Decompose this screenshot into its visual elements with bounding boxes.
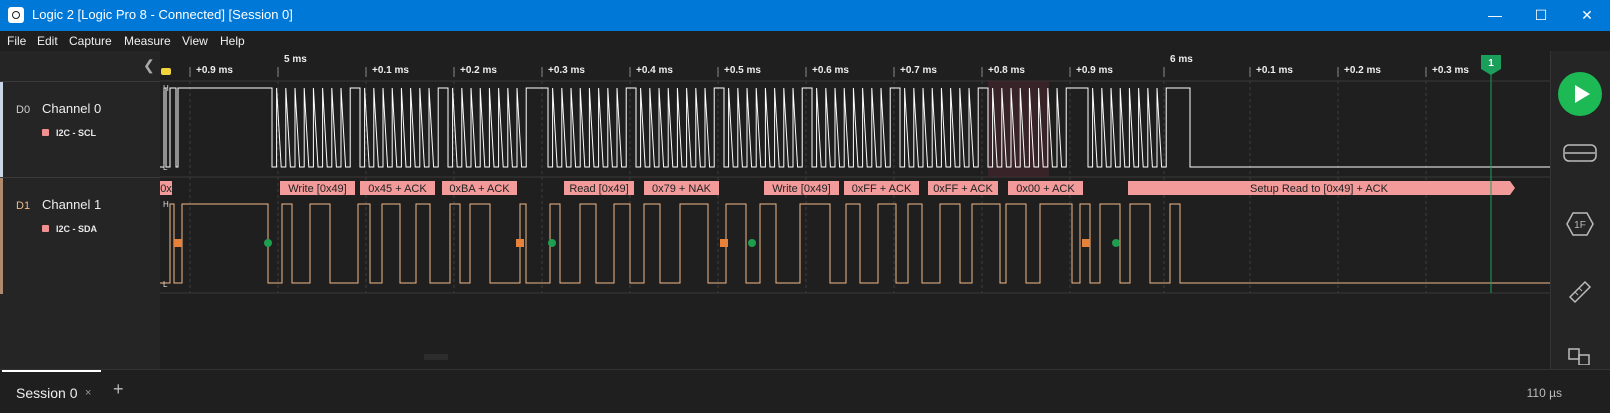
add-session-button[interactable]: + bbox=[113, 379, 124, 400]
timing-markers-icon[interactable] bbox=[1567, 347, 1593, 365]
stop-marker bbox=[548, 239, 556, 247]
decoded-frame[interactable]: 0x45 + ACK bbox=[360, 181, 435, 195]
decoded-frame-label: 0x bbox=[160, 183, 172, 195]
level-low-label: L bbox=[163, 163, 168, 172]
menu-measure[interactable]: Measure bbox=[124, 34, 171, 48]
channel-code: D0 bbox=[16, 104, 31, 116]
time-axis-label: +0.3 ms bbox=[1432, 65, 1469, 76]
decoded-frame[interactable]: 0x79 + NAK bbox=[644, 181, 719, 195]
minimize-button[interactable]: — bbox=[1472, 0, 1518, 31]
time-resolution: 110 µs bbox=[1526, 386, 1562, 400]
session-tab[interactable]: Session 0 × bbox=[2, 370, 101, 411]
close-window-button[interactable]: ✕ bbox=[1564, 0, 1610, 31]
menu-file[interactable]: File bbox=[7, 34, 26, 48]
decoded-frame[interactable]: Write [0x49] bbox=[280, 181, 355, 195]
trigger-flag-icon[interactable] bbox=[161, 68, 171, 75]
decoded-frame[interactable]: 0x bbox=[160, 181, 172, 195]
horizontal-scrollbar[interactable] bbox=[424, 354, 448, 360]
stop-marker bbox=[1112, 239, 1120, 247]
right-sidebar: 1F bbox=[1550, 51, 1610, 369]
extensions-icon[interactable]: 1F bbox=[1565, 211, 1595, 237]
analyzer-color-dot bbox=[42, 225, 49, 232]
channel-color-stripe bbox=[0, 178, 3, 294]
channel-row-1[interactable]: D1 Channel 1 I2C - SDA bbox=[0, 177, 160, 294]
stop-marker bbox=[748, 239, 756, 247]
decoded-frame[interactable]: 0x00 + ACK bbox=[1008, 181, 1083, 195]
chevron-left-icon[interactable]: ❮ bbox=[143, 57, 155, 74]
timing-marker-1[interactable]: 1 bbox=[1481, 55, 1501, 293]
decoded-frame-label: 0xBA + ACK bbox=[449, 183, 510, 195]
waveform-view[interactable]: +0.9 ms 5 ms +0.1 ms +0.2 ms +0.3 ms +0.4 ms +… bbox=[160, 51, 1550, 369]
time-axis-label: +0.3 ms bbox=[548, 65, 585, 76]
decoded-frame[interactable]: Read [0x49] bbox=[564, 181, 634, 195]
start-marker bbox=[174, 239, 182, 247]
time-axis-label: +0.9 ms bbox=[1076, 65, 1113, 76]
time-axis-label: +0.2 ms bbox=[1344, 65, 1381, 76]
menu-edit[interactable]: Edit bbox=[37, 34, 58, 48]
menu-view[interactable]: View bbox=[182, 34, 208, 48]
analyzer-color-dot bbox=[42, 129, 49, 136]
decoded-frame-label: 0xFF + ACK bbox=[933, 183, 993, 195]
session-tab-label[interactable]: Session 0 bbox=[16, 385, 77, 401]
channel-panel: ❮ D0 Channel 0 I2C - SCL D1 Channel 1 I2… bbox=[0, 51, 161, 369]
decoded-frame[interactable]: 0xFF + ACK bbox=[844, 181, 919, 195]
channel-code: D1 bbox=[16, 200, 31, 212]
window-title: Logic 2 [Logic Pro 8 - Connected] [Sessi… bbox=[32, 7, 293, 22]
app-icon bbox=[8, 7, 24, 23]
decoded-frame-label: Write [0x49] bbox=[772, 183, 831, 195]
play-icon[interactable] bbox=[1558, 72, 1602, 116]
time-axis-label: +0.6 ms bbox=[812, 65, 849, 76]
scl-waveform bbox=[160, 87, 1550, 168]
channel-name[interactable]: Channel 1 bbox=[42, 197, 101, 212]
decoded-frame-label: 0x45 + ACK bbox=[368, 183, 427, 195]
svg-text:1F: 1F bbox=[1574, 220, 1586, 231]
timing-marker-label: 1 bbox=[1488, 58, 1494, 69]
decoded-frame-label: Read [0x49] bbox=[569, 183, 628, 195]
time-axis-label: +0.9 ms bbox=[196, 65, 233, 76]
start-marker bbox=[1082, 239, 1090, 247]
decoded-frame-label: Write [0x49] bbox=[288, 183, 347, 195]
start-marker bbox=[516, 239, 524, 247]
start-marker bbox=[720, 239, 728, 247]
decoded-frame[interactable]: Write [0x49] bbox=[764, 181, 839, 195]
decoded-frame[interactable]: 0xBA + ACK bbox=[442, 181, 517, 195]
time-axis-label: +0.4 ms bbox=[636, 65, 673, 76]
time-axis-label: +0.2 ms bbox=[460, 65, 497, 76]
menu-help[interactable]: Help bbox=[220, 34, 245, 48]
session-bar: Session 0 × + 110 µs bbox=[0, 369, 1610, 413]
menu-capture[interactable]: Capture bbox=[69, 34, 112, 48]
analyzer-label: I2C - SDA bbox=[56, 224, 98, 234]
time-axis-label: +0.7 ms bbox=[900, 65, 937, 76]
level-high-label: H bbox=[163, 84, 169, 93]
level-high-label: H bbox=[163, 200, 169, 209]
level-low-label: L bbox=[163, 280, 168, 289]
decoded-frame[interactable]: Setup Read to [0x49] + ACK bbox=[1128, 181, 1515, 195]
maximize-button[interactable]: ☐ bbox=[1518, 0, 1564, 31]
analyzer-label: I2C - SCL bbox=[56, 128, 97, 138]
menu-bar: File Edit Capture Measure View Help bbox=[0, 31, 1610, 51]
time-axis-label: +0.5 ms bbox=[724, 65, 761, 76]
measure-icon[interactable] bbox=[1567, 279, 1593, 305]
sda-waveform bbox=[160, 203, 1550, 284]
decoded-frame-label: 0x00 + ACK bbox=[1016, 183, 1075, 195]
decoded-frame-label: 0xFF + ACK bbox=[852, 183, 912, 195]
title-bar: Logic 2 [Logic Pro 8 - Connected] [Sessi… bbox=[0, 0, 1610, 31]
analyzers-icon[interactable] bbox=[1563, 143, 1597, 163]
time-axis-label: 6 ms bbox=[1170, 54, 1193, 65]
time-axis-label: +0.8 ms bbox=[988, 65, 1025, 76]
decoded-frame-label: Setup Read to [0x49] + ACK bbox=[1250, 183, 1389, 195]
time-axis-label: +0.1 ms bbox=[1256, 65, 1293, 76]
channel-name[interactable]: Channel 0 bbox=[42, 101, 101, 116]
decoded-frame[interactable]: 0xFF + ACK bbox=[928, 181, 998, 195]
time-axis-label: +0.1 ms bbox=[372, 65, 409, 76]
close-tab-icon[interactable]: × bbox=[85, 387, 91, 399]
stop-marker bbox=[264, 239, 272, 247]
time-axis-label: 5 ms bbox=[284, 54, 307, 65]
decoded-frame-label: 0x79 + NAK bbox=[652, 183, 712, 195]
waveform-canvas[interactable]: +0.9 ms 5 ms +0.1 ms +0.2 ms +0.3 ms +0.4 ms +… bbox=[160, 51, 1550, 369]
